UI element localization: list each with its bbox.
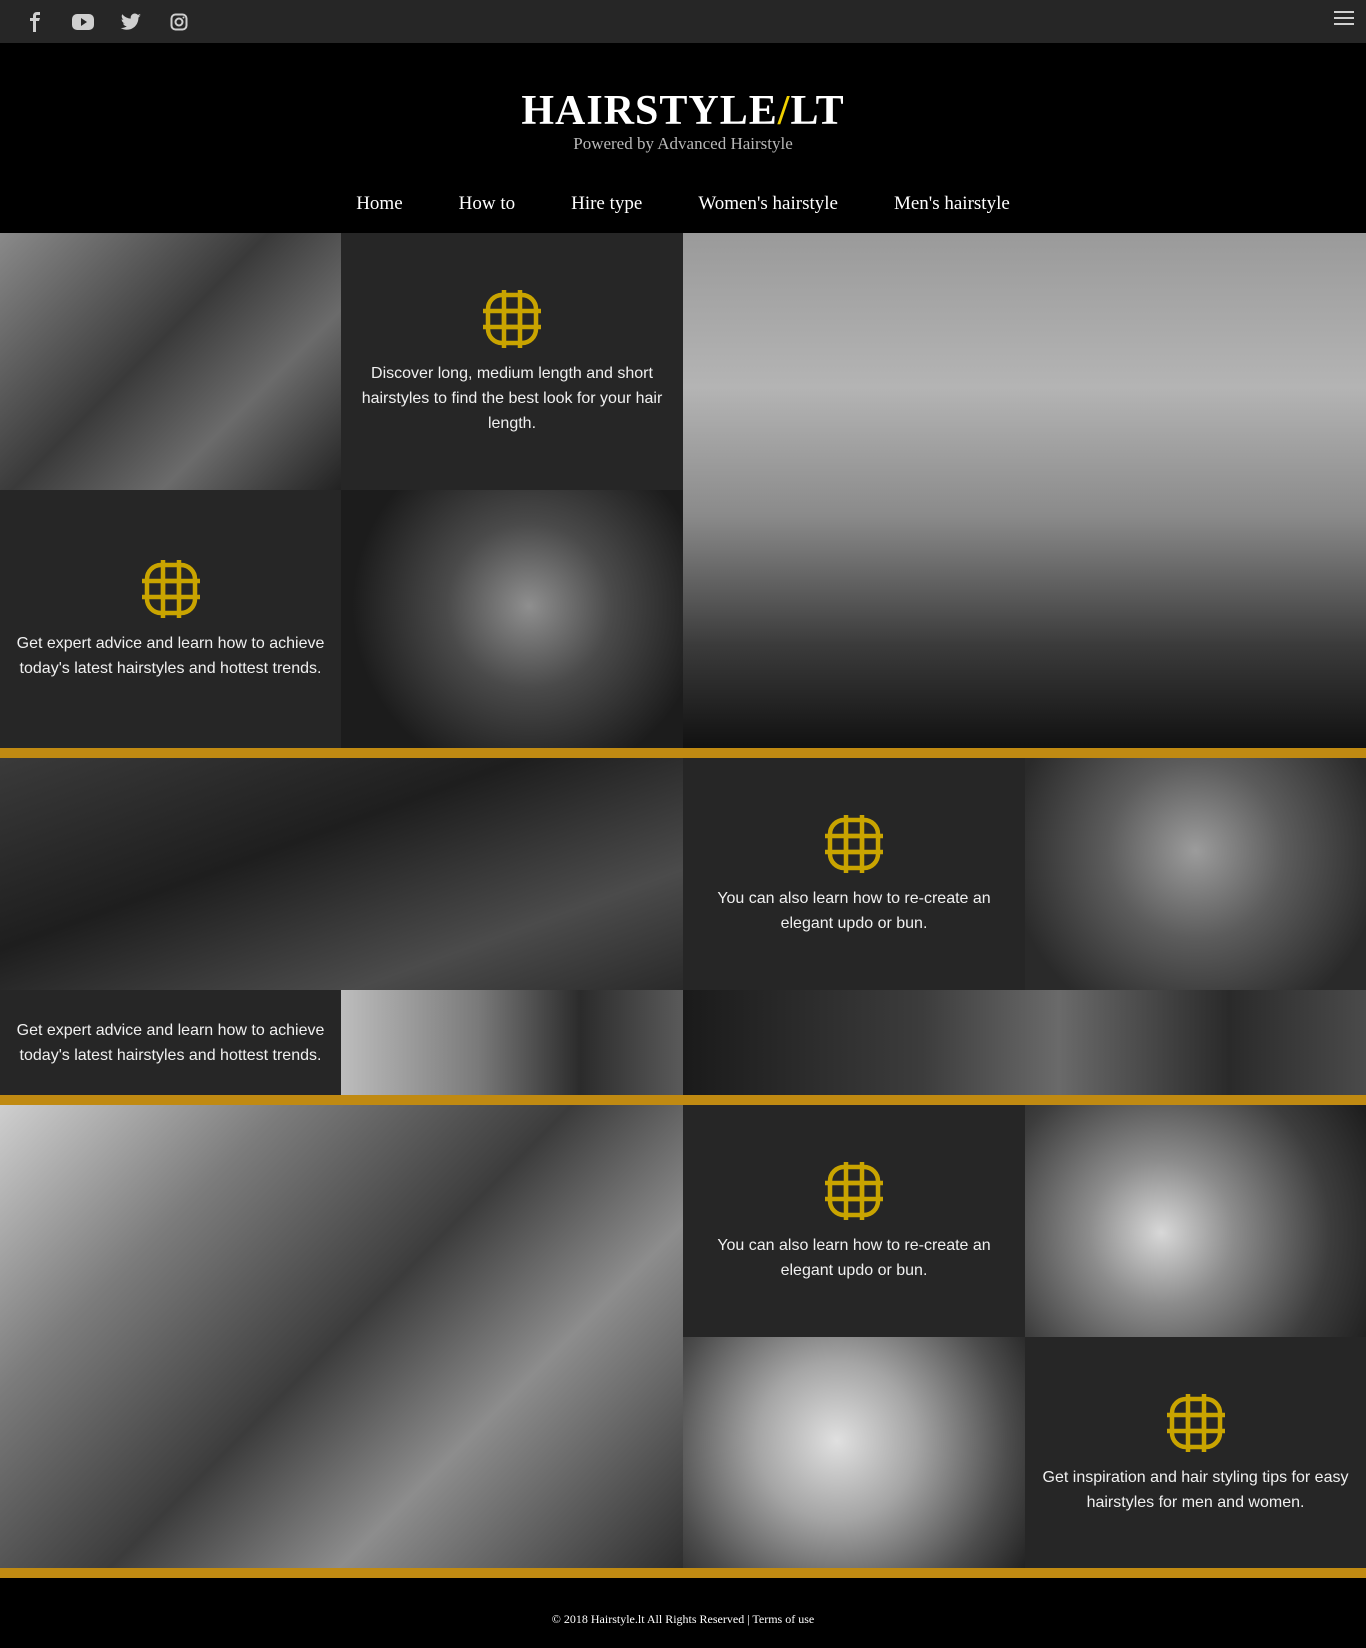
photo-woman-long-hair <box>0 758 683 990</box>
info-box-updo-2: You can also learn how to re-create an e… <box>683 1105 1025 1337</box>
celtic-knot-icon <box>825 815 883 873</box>
photo-beard-shaving-brush <box>1025 1105 1366 1337</box>
nav-item-home[interactable]: Home <box>356 193 402 215</box>
info-text: Get expert advice and learn how to achie… <box>16 1021 325 1064</box>
facebook-icon[interactable] <box>22 9 48 35</box>
site-tagline: Powered by Advanced Hairstyle <box>573 134 793 153</box>
footer-text: © 2018 Hairstyle.lt All Rights Reserved … <box>0 1578 1366 1627</box>
photo-leather-jacket <box>683 990 1366 1095</box>
info-text: Get inspiration and hair styling tips fo… <box>1042 1468 1349 1511</box>
site-footer: © 2018 Hairstyle.lt All Rights Reserved … <box>0 1578 1366 1648</box>
gold-divider <box>0 748 1366 758</box>
nav-item-mens-hairstyle[interactable]: Men's hairstyle <box>894 193 1010 215</box>
youtube-icon[interactable] <box>70 9 96 35</box>
info-box-updo: You can also learn how to re-create an e… <box>683 758 1025 990</box>
terms-link[interactable]: Terms of use <box>752 1612 814 1626</box>
photo-child-haircut <box>341 990 683 1095</box>
social-links <box>22 0 192 43</box>
site-logo[interactable]: HAIRSTYLE/LT <box>0 87 1366 135</box>
info-box-expert-advice-2: Get expert advice and learn how to achie… <box>0 990 341 1095</box>
twitter-icon[interactable] <box>118 9 144 35</box>
site-header: HAIRSTYLE/LT Powered by Advanced Hairsty… <box>0 43 1366 233</box>
photo-man-dreadlocks-sunglasses <box>341 490 683 748</box>
nav-item-how-to[interactable]: How to <box>459 193 515 215</box>
info-text: You can also learn how to re-create an e… <box>717 1237 991 1279</box>
info-box-expert-advice: Get expert advice and learn how to achie… <box>0 490 341 748</box>
instagram-icon[interactable] <box>166 9 192 35</box>
main-nav: Home How to Hire type Women's hairstyle … <box>0 193 1366 215</box>
top-bar <box>0 0 1366 43</box>
nav-item-womens-hairstyle[interactable]: Women's hairstyle <box>698 193 838 215</box>
celtic-knot-icon <box>1166 1393 1225 1452</box>
info-box-inspiration: Get inspiration and hair styling tips fo… <box>1025 1337 1366 1568</box>
nav-item-hire-type[interactable]: Hire type <box>571 193 642 215</box>
info-text: You can also learn how to re-create an e… <box>717 890 991 932</box>
photo-street-barber-shave <box>0 1105 683 1568</box>
celtic-knot-icon <box>141 560 200 618</box>
photo-man-standing-city <box>683 233 1366 748</box>
hamburger-menu-icon[interactable] <box>1334 11 1354 31</box>
gold-divider <box>0 1568 1366 1578</box>
info-box-hair-length: Discover long, medium length and short h… <box>341 233 683 490</box>
photo-barber-cutting-hair <box>0 233 341 490</box>
gold-divider <box>0 1095 1366 1105</box>
photo-woman-plaid-shirt <box>1025 758 1366 990</box>
copyright-text: © 2018 Hairstyle.lt All Rights Reserved … <box>551 1612 750 1626</box>
info-text: Get expert advice and learn how to achie… <box>16 635 325 677</box>
photo-woman-cap <box>683 1337 1025 1568</box>
celtic-knot-icon <box>825 1162 883 1220</box>
info-text: Discover long, medium length and short h… <box>361 365 663 432</box>
celtic-knot-icon <box>483 290 541 348</box>
